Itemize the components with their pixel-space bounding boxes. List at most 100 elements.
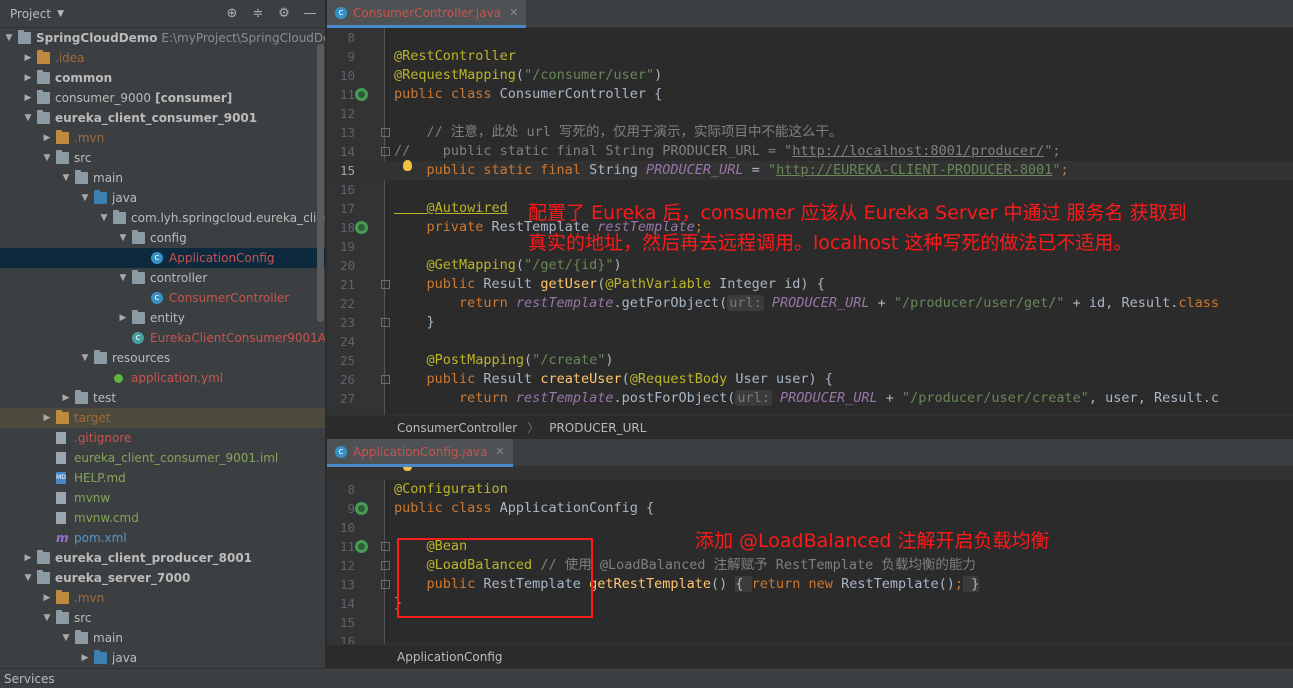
code-line[interactable] (327, 467, 1293, 480)
tree-item[interactable]: ▼ resources (0, 348, 325, 368)
chevron-down-icon[interactable]: ▼ (80, 188, 90, 208)
code-line[interactable]: 11 public class ConsumerController { (327, 85, 1293, 104)
tree-item[interactable]: ▼ main (0, 628, 325, 648)
tree-item[interactable]: ▼ java (0, 188, 325, 208)
code-line[interactable]: 16 (327, 180, 1293, 199)
tree-item[interactable]: m pom.xml (0, 528, 325, 548)
tab-application-config[interactable]: c ApplicationConfig.java ✕ (327, 439, 513, 467)
chevron-down-icon[interactable]: ▼ (61, 628, 71, 648)
spring-bean-icon[interactable] (355, 502, 368, 515)
chevron-down-icon[interactable]: ▼ (42, 148, 52, 168)
project-scrollbar[interactable] (317, 44, 324, 322)
tree-item[interactable]: ▼ com.lyh.springcloud.eureka_client_ (0, 208, 325, 228)
code-line[interactable]: 25 @PostMapping("/create") (327, 351, 1293, 370)
chevron-down-icon[interactable]: ▼ (118, 268, 128, 288)
tree-item[interactable]: ▶ entity (0, 308, 325, 328)
close-icon[interactable]: ✕ (509, 6, 518, 19)
breadcrumb-item[interactable]: ConsumerController (397, 421, 517, 435)
tree-item[interactable]: application.yml (0, 368, 325, 388)
code-line[interactable]: 8 @Configuration (327, 480, 1293, 499)
chevron-right-icon[interactable]: ▶ (80, 648, 90, 668)
chevron-down-icon[interactable]: ▼ (23, 568, 33, 588)
code-line[interactable]: 12 (327, 104, 1293, 123)
chevron-down-icon[interactable]: ▼ (42, 608, 52, 628)
tree-item[interactable]: ▶ target (0, 408, 325, 428)
chevron-right-icon[interactable]: ▶ (23, 88, 33, 108)
tree-item[interactable]: ▼ SpringCloudDemo E:\myProject\SpringClou… (0, 28, 325, 48)
code-line[interactable]: 14 // public static final String PRODUCER… (327, 142, 1293, 161)
code-line[interactable]: 9 public class ApplicationConfig { (327, 499, 1293, 518)
code-line[interactable]: 20 @GetMapping("/get/{id}") (327, 256, 1293, 275)
tree-item[interactable]: ▼ src (0, 608, 325, 628)
tree-item[interactable]: ▼ controller (0, 268, 325, 288)
tree-item[interactable]: c ConsumerController (0, 288, 325, 308)
close-icon[interactable]: ✕ (496, 445, 505, 458)
chevron-right-icon[interactable]: ▶ (42, 408, 52, 428)
chevron-down-icon[interactable]: ▼ (61, 168, 71, 188)
chevron-right-icon[interactable]: ▶ (42, 128, 52, 148)
tree-item[interactable]: ▶ .mvn (0, 588, 325, 608)
code-line[interactable]: 27 return restTemplate.postForObject(url… (327, 389, 1293, 408)
tree-item[interactable]: ▶ .mvn (0, 128, 325, 148)
tree-item[interactable]: MD HELP.md (0, 468, 325, 488)
code-line[interactable]: 24 (327, 332, 1293, 351)
tree-item[interactable]: c EurekaClientConsumer9001App (0, 328, 325, 348)
tree-item[interactable]: mvnw.cmd (0, 508, 325, 528)
tree-item[interactable]: ▼ eureka_server_7000 (0, 568, 325, 588)
fold-marker-icon[interactable] (381, 128, 390, 137)
chevron-down-icon[interactable]: ▼ (80, 348, 90, 368)
gear-icon[interactable]: ⚙ (277, 6, 291, 21)
tree-item[interactable]: ▼ config (0, 228, 325, 248)
lightbulb-icon[interactable] (403, 467, 412, 471)
fold-marker-icon[interactable] (381, 147, 390, 156)
code-line[interactable]: 15 public static final String PRODUCER_U… (327, 160, 1293, 180)
chevron-down-icon[interactable]: ▼ (99, 208, 109, 228)
code-line[interactable]: 13 // 注意，此处 url 写死的，仅用于演示，实际项目中不能这么干。 (327, 123, 1293, 142)
chevron-right-icon[interactable]: ▶ (118, 308, 128, 328)
spring-bean-icon[interactable] (355, 540, 368, 553)
tree-item[interactable]: ▶ test (0, 388, 325, 408)
fold-marker-icon[interactable] (381, 580, 390, 589)
code-line[interactable]: 21 public Result getUser(@PathVariable I… (327, 275, 1293, 294)
tree-item[interactable]: ▶ common (0, 68, 325, 88)
tree-item[interactable]: ▶ .idea (0, 48, 325, 68)
fold-marker-icon[interactable] (381, 542, 390, 551)
tree-item[interactable]: eureka_client_consumer_9001.iml (0, 448, 325, 468)
locate-icon[interactable]: ⊕ (225, 6, 239, 21)
code-line[interactable]: 26 public Result createUser(@RequestBody… (327, 370, 1293, 389)
code-line[interactable]: 16 (327, 632, 1293, 644)
chevron-down-icon[interactable]: ▼ (4, 28, 14, 48)
chevron-right-icon[interactable]: ▶ (42, 588, 52, 608)
tree-item[interactable]: ▶ java (0, 648, 325, 668)
fold-marker-icon[interactable] (381, 280, 390, 289)
code-line[interactable]: 22 return restTemplate.getForObject(url:… (327, 294, 1293, 313)
code-line[interactable]: 10 @RequestMapping("/consumer/user") (327, 66, 1293, 85)
hide-icon[interactable]: — (303, 6, 317, 21)
project-view-selector[interactable]: Project ▼ (6, 7, 64, 21)
code-line[interactable]: 23 } (327, 313, 1293, 332)
collapse-all-icon[interactable]: ≑ (251, 6, 265, 21)
tab-consumer-controller[interactable]: c ConsumerController.java ✕ (327, 0, 527, 28)
fold-marker-icon[interactable] (381, 561, 390, 570)
chevron-right-icon[interactable]: ▶ (23, 48, 33, 68)
chevron-down-icon[interactable]: ▼ (118, 228, 128, 248)
spring-bean-icon[interactable] (355, 88, 368, 101)
tree-item[interactable]: ▼ eureka_client_consumer_9001 (0, 108, 325, 128)
fold-marker-icon[interactable] (381, 375, 390, 384)
services-tab[interactable]: Services (4, 672, 55, 686)
code-line[interactable]: 8 (327, 28, 1293, 47)
tree-item[interactable]: ▼ src (0, 148, 325, 168)
chevron-right-icon[interactable]: ▶ (23, 548, 33, 568)
spring-bean-icon[interactable] (355, 221, 368, 234)
breadcrumb-item[interactable]: ApplicationConfig (397, 650, 503, 664)
chevron-down-icon[interactable]: ▼ (23, 108, 33, 128)
code-line[interactable]: 9 @RestController (327, 47, 1293, 66)
tree-item[interactable]: mvnw (0, 488, 325, 508)
tree-item[interactable]: .gitignore (0, 428, 325, 448)
tree-item[interactable]: ▶ eureka_client_producer_8001 (0, 548, 325, 568)
breadcrumb-item[interactable]: PRODUCER_URL (549, 421, 646, 435)
chevron-right-icon[interactable]: ▶ (61, 388, 71, 408)
tree-item[interactable]: c ApplicationConfig (0, 248, 325, 268)
chevron-right-icon[interactable]: ▶ (23, 68, 33, 88)
tree-item[interactable]: ▶ consumer_9000 [consumer] (0, 88, 325, 108)
